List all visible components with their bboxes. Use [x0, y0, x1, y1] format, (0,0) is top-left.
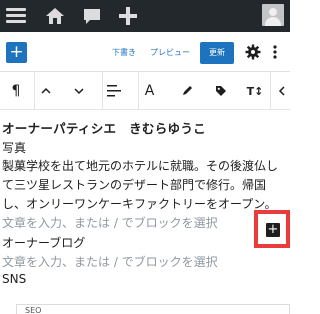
home-icon[interactable] — [42, 0, 68, 32]
move-down-icon[interactable] — [68, 72, 90, 110]
page-heading[interactable]: オーナーパティシエ きむらゆうこ — [2, 118, 206, 137]
add-block-button[interactable]: + — [266, 223, 280, 237]
move-up-icon[interactable] — [34, 72, 56, 110]
preview-button[interactable]: プレビュー — [150, 47, 190, 58]
empty-block-placeholder[interactable]: 文章を入力、または / でブロックを選択 — [2, 253, 218, 270]
menu-icon[interactable] — [6, 0, 28, 32]
update-button[interactable]: 更新 — [200, 42, 234, 64]
more-options-icon[interactable] — [267, 44, 283, 60]
add-block-highlight: + — [254, 210, 290, 248]
bio-line-2[interactable]: て三ツ星レストランのデザート部門で修行。帰国 — [2, 176, 266, 193]
font-size-icon[interactable]: T↕ — [244, 72, 266, 110]
more-arrow-icon[interactable] — [270, 72, 292, 110]
avatar-icon[interactable] — [262, 4, 284, 26]
format-icon[interactable]: A — [138, 72, 160, 110]
bio-line-3[interactable]: し、オンリーワンケーキファクトリーをオープン。 — [2, 195, 277, 212]
save-draft-button[interactable]: 下書き — [112, 47, 136, 58]
plus-icon[interactable] — [116, 0, 140, 32]
empty-block-placeholder[interactable]: 文章を入力、または / でブロックを選択 — [2, 214, 218, 231]
block-toolbar: ¶ A T↕ — [0, 72, 290, 110]
photo-label[interactable]: 写真 — [2, 139, 26, 156]
comment-icon[interactable] — [80, 0, 104, 32]
sns-label[interactable]: SNS — [2, 272, 26, 286]
seo-panel-label: SEO — [25, 306, 42, 314]
admin-bar — [0, 0, 290, 32]
block-inserter-button[interactable]: + — [6, 42, 27, 63]
tag-icon[interactable] — [210, 72, 232, 110]
editor-header: + 下書き プレビュー 更新 — [0, 32, 290, 72]
paragraph-icon[interactable]: ¶ — [5, 72, 27, 110]
bio-line-1[interactable]: 製菓学校を出て地元のホテルに就職。その後渡仏し — [2, 157, 278, 174]
highlighter-icon[interactable] — [176, 72, 198, 110]
gear-icon[interactable] — [245, 44, 261, 60]
seo-panel[interactable]: SEO — [16, 304, 290, 314]
blog-label[interactable]: オーナーブログ — [2, 234, 85, 251]
align-icon[interactable] — [102, 72, 124, 110]
